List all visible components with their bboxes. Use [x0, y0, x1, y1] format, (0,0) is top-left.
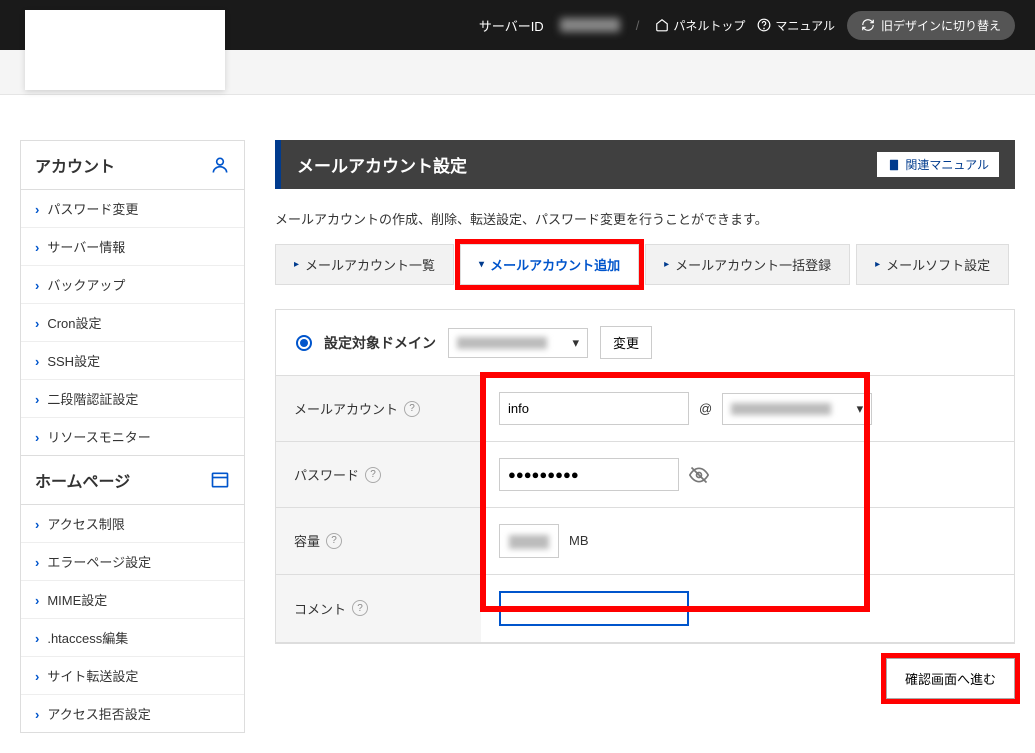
logo-card: サーバーパネル [25, 10, 225, 90]
tab-mail-client[interactable]: ▸ メールソフト設定 [856, 244, 1009, 285]
page-title: メールアカウント設定 [297, 152, 467, 177]
tabs: ▸ メールアカウント一覧 ▾ メールアカウント追加 ▸ メールアカウント一括登録… [275, 244, 1015, 285]
help-icon[interactable]: ? [326, 533, 342, 549]
sidebar-item-redirect[interactable]: サイト転送設定 [21, 657, 244, 695]
caret-icon: ▸ [294, 259, 299, 270]
password-label: パスワード [294, 465, 359, 484]
comment-input[interactable] [499, 591, 689, 626]
chevron-down-icon: ▾ [857, 401, 864, 417]
confirm-button[interactable]: 確認画面へ進む [886, 658, 1015, 699]
main-content: メールアカウント設定 関連マニュアル メールアカウントの作成、削除、転送設定、パ… [275, 140, 1015, 699]
form-panel: 設定対象ドメイン ▾ 変更 メールアカウント ? @ [275, 309, 1015, 644]
sidebar-items-account: パスワード変更 サーバー情報 バックアップ Cron設定 SSH設定 二段階認証… [21, 190, 244, 455]
server-id-value [560, 18, 620, 32]
chevron-down-icon: ▾ [572, 335, 579, 351]
radio-selected-icon[interactable] [296, 335, 312, 351]
home-icon [655, 18, 669, 32]
help-icon[interactable]: ? [352, 600, 368, 616]
tab-mail-list[interactable]: ▸ メールアカウント一覧 [275, 244, 454, 285]
caret-icon: ▸ [664, 259, 669, 270]
form-row-password: パスワード ? [276, 442, 1014, 508]
password-input[interactable] [499, 458, 679, 491]
eye-off-icon[interactable] [689, 465, 709, 485]
window-icon [210, 470, 230, 490]
related-manual-button[interactable]: 関連マニュアル [877, 152, 999, 177]
sidebar-item-access[interactable]: アクセス制限 [21, 505, 244, 543]
sidebar: アカウント パスワード変更 サーバー情報 バックアップ Cron設定 SSH設定… [20, 140, 245, 733]
help-icon[interactable]: ? [404, 401, 420, 417]
manual-link[interactable]: マニュアル [757, 17, 835, 34]
capacity-unit: MB [569, 533, 589, 548]
tab-mail-bulk[interactable]: ▸ メールアカウント一括登録 [645, 244, 850, 285]
sidebar-item-deny[interactable]: アクセス拒否設定 [21, 695, 244, 732]
caret-icon: ▸ [875, 259, 880, 270]
sidebar-item-cron[interactable]: Cron設定 [21, 304, 244, 342]
account-input[interactable] [499, 392, 689, 425]
account-label: メールアカウント [294, 399, 398, 418]
form-row-account: メールアカウント ? @ ▾ [276, 376, 1014, 442]
domain-value-blurred [457, 337, 547, 349]
account-domain-select[interactable]: ▾ [722, 393, 872, 425]
actions: 確認画面へ進む [275, 658, 1015, 699]
sidebar-section-account: アカウント [21, 141, 244, 190]
server-id-label: サーバーID [479, 16, 544, 35]
domain-select[interactable]: ▾ [448, 328, 588, 358]
page-description: メールアカウントの作成、削除、転送設定、パスワード変更を行うことができます。 [275, 189, 1015, 244]
change-button[interactable]: 変更 [600, 326, 652, 359]
logo-text: サーバーパネル [62, 37, 188, 63]
form-row-comment: コメント ? [276, 575, 1014, 643]
sidebar-item-errorpage[interactable]: エラーページ設定 [21, 543, 244, 581]
sidebar-item-mime[interactable]: MIME設定 [21, 581, 244, 619]
sidebar-item-ssh[interactable]: SSH設定 [21, 342, 244, 380]
caret-down-icon: ▾ [479, 259, 484, 270]
sidebar-item-password[interactable]: パスワード変更 [21, 190, 244, 228]
question-icon [757, 18, 771, 32]
user-icon [210, 155, 230, 175]
sidebar-item-resource[interactable]: リソースモニター [21, 418, 244, 455]
account-domain-blurred [731, 403, 831, 415]
domain-label: 設定対象ドメイン [324, 333, 436, 353]
separator: / [636, 18, 640, 33]
old-design-button[interactable]: 旧デザインに切り替え [847, 11, 1015, 40]
sidebar-section-homepage: ホームページ [21, 455, 244, 505]
sidebar-item-serverinfo[interactable]: サーバー情報 [21, 228, 244, 266]
sidebar-items-homepage: アクセス制限 エラーページ設定 MIME設定 .htaccess編集 サイト転送… [21, 505, 244, 732]
page-title-bar: メールアカウント設定 関連マニュアル [275, 140, 1015, 189]
capacity-input[interactable] [499, 524, 559, 558]
capacity-label: 容量 [294, 531, 320, 550]
tab-mail-add[interactable]: ▾ メールアカウント追加 [460, 244, 639, 285]
domain-row: 設定対象ドメイン ▾ 変更 [276, 310, 1014, 376]
help-icon[interactable]: ? [365, 467, 381, 483]
refresh-icon [861, 18, 875, 32]
at-symbol: @ [699, 401, 712, 416]
comment-label: コメント [294, 599, 346, 618]
form-row-capacity: 容量 ? MB [276, 508, 1014, 575]
panel-top-link[interactable]: パネルトップ [655, 17, 745, 34]
sidebar-item-2fa[interactable]: 二段階認証設定 [21, 380, 244, 418]
top-bar: サーバーID / パネルトップ マニュアル 旧デザインに切り替え サーバーパネル [0, 0, 1035, 50]
book-icon [887, 158, 901, 172]
sidebar-item-backup[interactable]: バックアップ [21, 266, 244, 304]
sidebar-item-htaccess[interactable]: .htaccess編集 [21, 619, 244, 657]
